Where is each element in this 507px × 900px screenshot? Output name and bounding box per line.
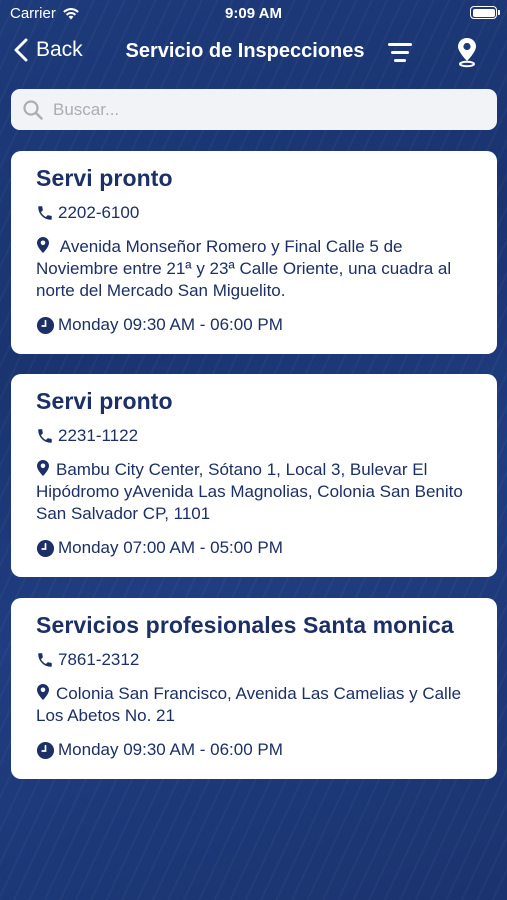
phone-number: 2202-6100 (58, 203, 140, 222)
phone-number: 2231-1122 (58, 426, 139, 445)
search-input[interactable] (53, 99, 473, 120)
location-pin-icon (37, 460, 49, 476)
back-button[interactable]: Back (14, 38, 83, 62)
phone-row[interactable]: 2202-6100 (36, 202, 472, 224)
search-icon (23, 99, 43, 120)
card-title: Servi pronto (36, 388, 173, 414)
address-text: Colonia San Francisco, Avenida Las Camel… (36, 684, 462, 725)
clock-icon (36, 316, 55, 334)
hours-row: Monday 09:30 AM - 06:00 PM (36, 314, 472, 336)
location-pin-icon (37, 684, 49, 700)
map-pin-icon (458, 38, 476, 68)
location-pin-icon (37, 237, 49, 253)
status-time: 9:09 AM (225, 5, 282, 22)
hours-row: Monday 07:00 AM - 05:00 PM (36, 537, 472, 559)
phone-icon (38, 429, 52, 443)
filter-button[interactable] (386, 40, 414, 69)
hours-row: Monday 09:30 AM - 06:00 PM (36, 739, 472, 761)
chevron-left-icon (14, 38, 28, 62)
location-button[interactable] (454, 36, 480, 73)
page-title: Servicio de Inspecciones (125, 40, 365, 62)
clock-icon (36, 741, 55, 759)
result-card[interactable]: Servi pronto 2202-6100 Avenida Monseñor … (11, 151, 497, 354)
card-title: Servi pronto (36, 165, 173, 191)
status-bar: Carrier 9:09 AM (0, 0, 507, 28)
result-card[interactable]: Servi pronto 2231-1122 Bambu City Center… (11, 374, 497, 577)
address-row: Avenida Monseñor Romero y Final Calle 5 … (36, 236, 472, 302)
clock-icon (36, 539, 55, 557)
hours-text: Monday 09:30 AM - 06:00 PM (58, 740, 283, 759)
phone-number: 7861-2312 (58, 650, 140, 669)
address-row: Colonia San Francisco, Avenida Las Camel… (36, 683, 472, 727)
phone-row[interactable]: 2231-1122 (36, 425, 472, 447)
hours-text: Monday 07:00 AM - 05:00 PM (58, 538, 283, 557)
filter-icon (388, 43, 412, 62)
address-text: Bambu City Center, Sótano 1, Local 3, Bu… (36, 460, 463, 523)
nav-bar: Back Servicio de Inspecciones (0, 28, 507, 78)
address-row: Bambu City Center, Sótano 1, Local 3, Bu… (36, 459, 472, 525)
phone-icon (38, 653, 52, 667)
card-title: Servicios profesionales Santa monica (36, 612, 454, 638)
result-card[interactable]: Servicios profesionales Santa monica 786… (11, 598, 497, 779)
phone-icon (38, 206, 52, 220)
search-bar (11, 89, 497, 130)
hours-text: Monday 09:30 AM - 06:00 PM (58, 315, 283, 334)
back-label: Back (36, 38, 83, 61)
address-text: Avenida Monseñor Romero y Final Calle 5 … (36, 237, 452, 300)
battery-icon (470, 6, 500, 19)
phone-row[interactable]: 7861-2312 (36, 649, 472, 671)
